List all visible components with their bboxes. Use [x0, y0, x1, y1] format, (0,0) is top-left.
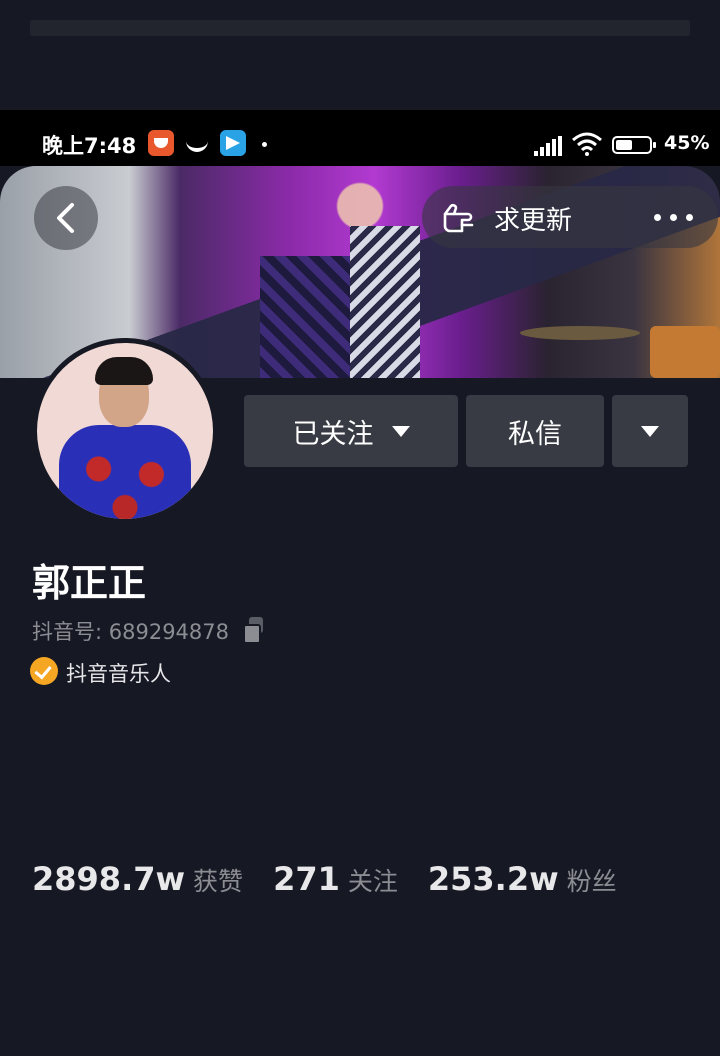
stat-following[interactable]: 271 关注: [273, 860, 398, 898]
avatar-image: [37, 343, 213, 519]
cover-drum: [650, 326, 720, 378]
message-button[interactable]: 私信: [466, 395, 604, 467]
recommend-dropdown-button[interactable]: [612, 395, 688, 467]
avatar-shirt: [59, 425, 191, 519]
caret-down-icon: [391, 425, 410, 437]
cover-cymbal: [520, 326, 640, 340]
placeholder-bar: [30, 20, 690, 36]
dimmed-top-area: [0, 0, 720, 110]
cover-figure-sleeve: [350, 226, 420, 378]
stat-value: 253.2w: [427, 860, 559, 898]
following-button[interactable]: 已关注: [244, 395, 458, 467]
douyin-id: 抖音号: 689294878: [32, 620, 229, 644]
verification-label: 抖音音乐人: [66, 662, 171, 686]
telegram-icon: [220, 130, 246, 156]
chevron-left-icon: [57, 203, 74, 233]
following-label: 已关注: [292, 418, 374, 450]
dot-icon: [262, 142, 267, 147]
request-update-label: 求更新: [494, 206, 573, 236]
stat-value: 2898.7w: [32, 860, 186, 898]
stat-likes[interactable]: 2898.7w 获赞: [32, 860, 243, 898]
wave-icon: [186, 138, 208, 152]
fox-app-icon: [148, 130, 174, 156]
more-dots-icon[interactable]: [648, 202, 700, 232]
profile-name: 郭正正: [32, 561, 147, 605]
request-update-button[interactable]: 求更新: [422, 186, 718, 248]
stat-label: 获赞: [193, 867, 244, 896]
back-button[interactable]: [34, 186, 98, 250]
battery-percent: 45%: [664, 132, 710, 154]
copy-icon[interactable]: [240, 616, 266, 644]
verified-badge-icon: [30, 657, 58, 685]
avatar[interactable]: [32, 338, 218, 524]
stat-followers[interactable]: 253.2w 粉丝: [428, 860, 617, 898]
profile-stats: 2898.7w 获赞 271 关注 253.2w 粉丝: [32, 860, 647, 898]
wifi-icon: [572, 132, 602, 156]
status-time: 晚上7:48: [42, 134, 137, 158]
signal-icon: [534, 136, 562, 156]
avatar-hair: [95, 357, 153, 385]
message-label: 私信: [508, 418, 562, 450]
battery-icon: [612, 136, 656, 154]
stat-value: 271: [273, 860, 340, 898]
stat-label: 粉丝: [566, 867, 617, 896]
caret-down-icon: [641, 425, 659, 437]
pointing-hand-icon: [443, 203, 474, 233]
stat-label: 关注: [347, 867, 398, 896]
status-bar: 晚上7:48 45%: [0, 110, 720, 166]
